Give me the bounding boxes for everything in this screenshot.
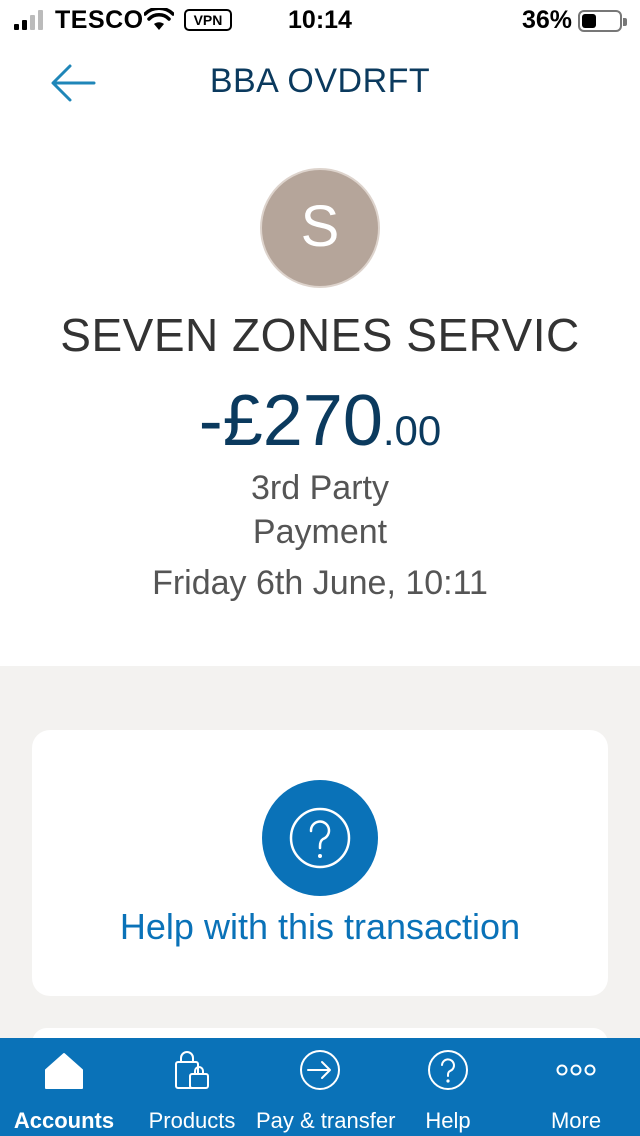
tab-more[interactable]: More (512, 1038, 640, 1136)
tab-label-help: Help (425, 1108, 471, 1133)
page-title: BBA OVDRFT (209, 62, 431, 100)
transaction-type-line1: 3rd Party (251, 469, 389, 507)
tab-label-more: More (550, 1108, 602, 1133)
amount-pounds: -£270 (198, 381, 383, 461)
shopping-bag-icon (175, 1051, 209, 1089)
transaction-type-line2: Payment (252, 513, 388, 551)
arrow-circle-icon (300, 1050, 340, 1090)
transaction-amount: -£270.00 (0, 380, 640, 462)
tab-accounts[interactable]: Accounts (0, 1038, 128, 1136)
battery-percent: 36% (521, 6, 572, 34)
merchant-avatar: S (260, 168, 380, 288)
help-with-transaction-link[interactable]: Help with this transaction (0, 906, 640, 948)
tab-label-accounts: Accounts (13, 1108, 115, 1133)
help-button[interactable] (262, 780, 378, 896)
amount-pence: .00 (382, 407, 442, 454)
transaction-date: Friday 6th June, 10:11 (152, 564, 488, 602)
tab-pay-transfer[interactable]: Pay & transfer (256, 1038, 396, 1136)
tab-bar: Accounts Products Pay & transfer Help Mo… (0, 1038, 640, 1136)
question-circle-icon (289, 807, 351, 869)
transaction-type: 3rd Party Payment (0, 466, 640, 554)
home-icon (45, 1053, 83, 1089)
merchant-name: SEVEN ZONES SERVIC (60, 309, 580, 361)
battery-icon (578, 10, 627, 32)
tab-products[interactable]: Products (128, 1038, 256, 1136)
tab-label-pay-transfer: Pay & transfer (256, 1108, 396, 1133)
tab-label-products: Products (148, 1108, 236, 1133)
more-dots-icon (556, 1064, 596, 1076)
status-bar: TESCO VPN 10:14 36% (0, 0, 640, 40)
tab-help[interactable]: Help (384, 1038, 512, 1136)
question-circle-icon (428, 1050, 468, 1090)
